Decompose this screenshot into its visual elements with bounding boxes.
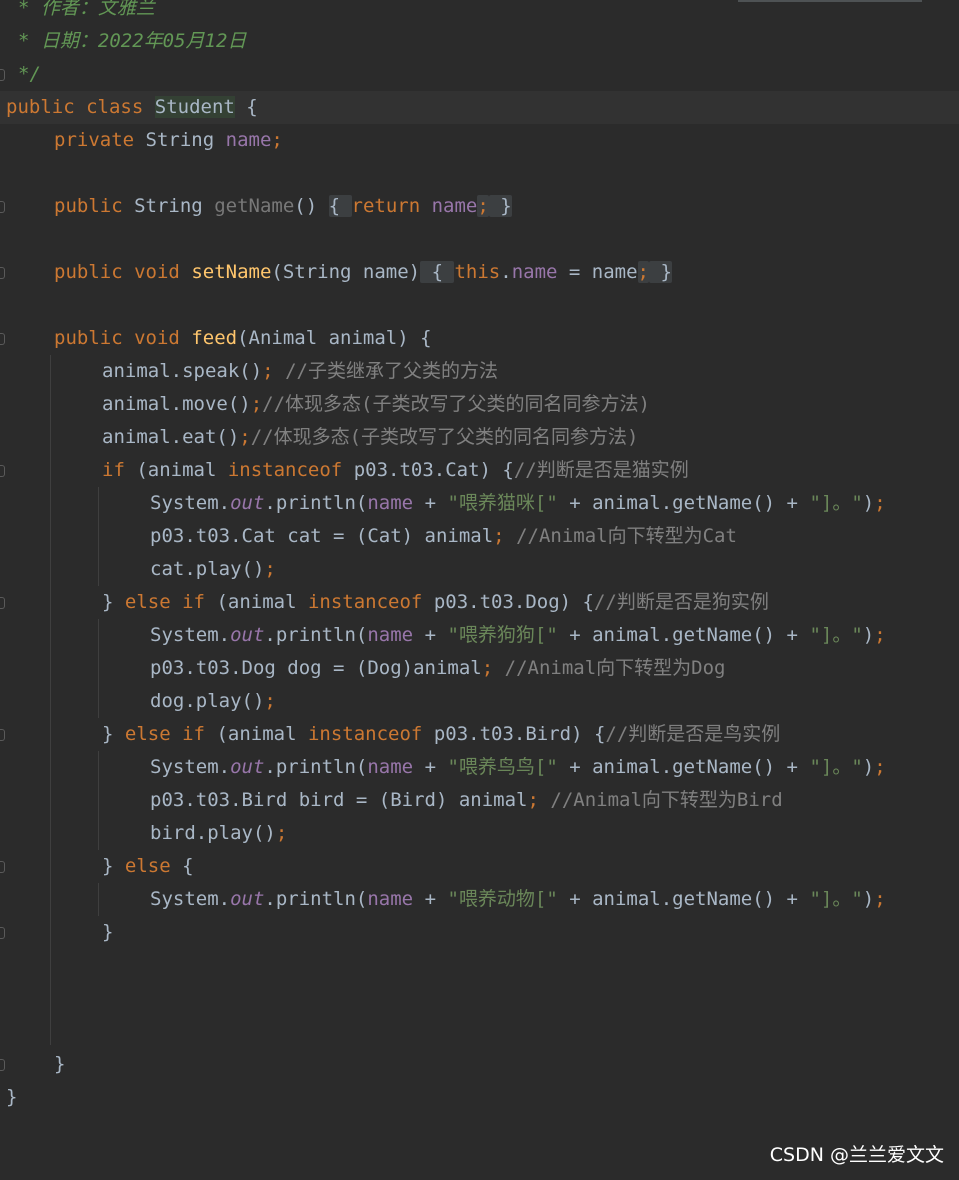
code-line[interactable]: bird.play(); — [0, 817, 959, 850]
fold-marker-icon[interactable] — [0, 927, 5, 939]
code-line[interactable]: */ — [0, 58, 959, 91]
else-branch: } else { — [102, 855, 194, 877]
code-line[interactable]: p03.t03.Cat cat = (Cat) animal; //Animal… — [0, 520, 959, 553]
fold-marker-icon[interactable] — [0, 69, 5, 81]
code-line[interactable]: } else if (animal instanceof p03.t03.Dog… — [0, 586, 959, 619]
statement-eat: animal.eat();//体现多态(子类改写了父类的同名同参方法) — [102, 426, 639, 448]
cast-dog: p03.t03.Dog dog = (Dog)animal; //Animal向… — [150, 657, 726, 679]
fold-marker-icon[interactable] — [0, 597, 5, 609]
code-line[interactable]: } — [0, 916, 959, 949]
cast-cat: p03.t03.Cat cat = (Cat) animal; //Animal… — [150, 525, 737, 547]
fold-marker-icon[interactable] — [0, 465, 5, 477]
class-declaration: public class Student { — [6, 96, 258, 118]
code-line[interactable]: System.out.println(name + "喂养猫咪[" + anim… — [0, 487, 959, 520]
method-setname: public void setName(String name) { this.… — [54, 261, 672, 283]
code-line[interactable]: private String name; — [0, 124, 959, 157]
print-dog: System.out.println(name + "喂养狗狗[" + anim… — [150, 624, 886, 646]
print-bird: System.out.println(name + "喂养鸟鸟[" + anim… — [150, 756, 886, 778]
code-line[interactable]: } else if (animal instanceof p03.t03.Bir… — [0, 718, 959, 751]
code-line[interactable]: animal.eat();//体现多态(子类改写了父类的同名同参方法) — [0, 421, 959, 454]
code-line[interactable]: System.out.println(name + "喂养动物[" + anim… — [0, 883, 959, 916]
close-method-brace: } — [54, 1053, 66, 1075]
code-line[interactable]: dog.play(); — [0, 685, 959, 718]
if-cat: if (animal instanceof p03.t03.Cat) {//判断… — [102, 459, 689, 481]
code-line[interactable]: } — [0, 1081, 959, 1114]
folded-block[interactable]: } — [488, 195, 512, 217]
code-editor[interactable]: * 作者：文雅兰 * 日期：2022年05月12日 */ public clas… — [0, 0, 959, 1175]
method-feed: public void feed(Animal animal) { — [54, 327, 432, 349]
fold-marker-icon[interactable] — [0, 201, 5, 213]
code-line[interactable]: animal.move();//体现多态(子类改写了父类的同名同参方法) — [0, 388, 959, 421]
code-line[interactable]: public String getName() { return name; } — [0, 190, 959, 223]
method-getname: public String getName() { return name; } — [54, 195, 512, 217]
code-line[interactable]: } else { — [0, 850, 959, 883]
code-line[interactable]: System.out.println(name + "喂养鸟鸟[" + anim… — [0, 751, 959, 784]
close-if-brace: } — [102, 921, 114, 943]
play-cat: cat.play(); — [150, 558, 276, 580]
code-line[interactable]: System.out.println(name + "喂养狗狗[" + anim… — [0, 619, 959, 652]
print-cat: System.out.println(name + "喂养猫咪[" + anim… — [150, 492, 886, 514]
code-line[interactable]: * 日期：2022年05月12日 — [0, 25, 959, 58]
close-class-brace: } — [6, 1086, 18, 1108]
code-line[interactable]: p03.t03.Dog dog = (Dog)animal; //Animal向… — [0, 652, 959, 685]
code-line-current[interactable]: public class Student { — [0, 91, 959, 124]
folded-block[interactable]: { — [420, 261, 455, 283]
fold-marker-icon[interactable] — [0, 729, 5, 741]
statement-move: animal.move();//体现多态(子类改写了父类的同名同参方法) — [102, 393, 650, 415]
javadoc-author: * 作者：文雅兰 — [18, 0, 155, 19]
code-line[interactable]: animal.speak(); //子类继承了父类的方法 — [0, 355, 959, 388]
fold-marker-icon[interactable] — [0, 1059, 5, 1071]
code-line[interactable]: * 作者：文雅兰 — [0, 0, 959, 25]
code-line[interactable]: p03.t03.Bird bird = (Bird) animal; //Ani… — [0, 784, 959, 817]
elseif-bird: } else if (animal instanceof p03.t03.Bir… — [102, 723, 781, 745]
code-line[interactable]: if (animal instanceof p03.t03.Cat) {//判断… — [0, 454, 959, 487]
play-dog: dog.play(); — [150, 690, 276, 712]
folded-block[interactable]: { — [328, 195, 352, 217]
play-bird: bird.play(); — [150, 822, 288, 844]
cast-bird: p03.t03.Bird bird = (Bird) animal; //Ani… — [150, 789, 783, 811]
fold-marker-icon[interactable] — [0, 861, 5, 873]
class-name: Student — [154, 96, 235, 118]
fold-marker-icon[interactable] — [0, 333, 5, 345]
elseif-dog: } else if (animal instanceof p03.t03.Dog… — [102, 591, 769, 613]
fold-marker-icon[interactable] — [0, 267, 5, 279]
code-line[interactable]: cat.play(); — [0, 553, 959, 586]
javadoc-end: */ — [18, 63, 41, 85]
folded-block[interactable]: } — [648, 261, 672, 283]
statement-speak: animal.speak(); //子类继承了父类的方法 — [102, 360, 498, 382]
code-line[interactable]: public void feed(Animal animal) { — [0, 322, 959, 355]
code-line[interactable]: } — [0, 1048, 959, 1081]
watermark: CSDN @兰兰爱文文 — [769, 1144, 944, 1166]
print-animal: System.out.println(name + "喂养动物[" + anim… — [150, 888, 886, 910]
code-line[interactable]: public void setName(String name) { this.… — [0, 256, 959, 289]
javadoc-date: * 日期：2022年05月12日 — [18, 30, 247, 52]
field-declaration: private String name; — [54, 129, 283, 151]
